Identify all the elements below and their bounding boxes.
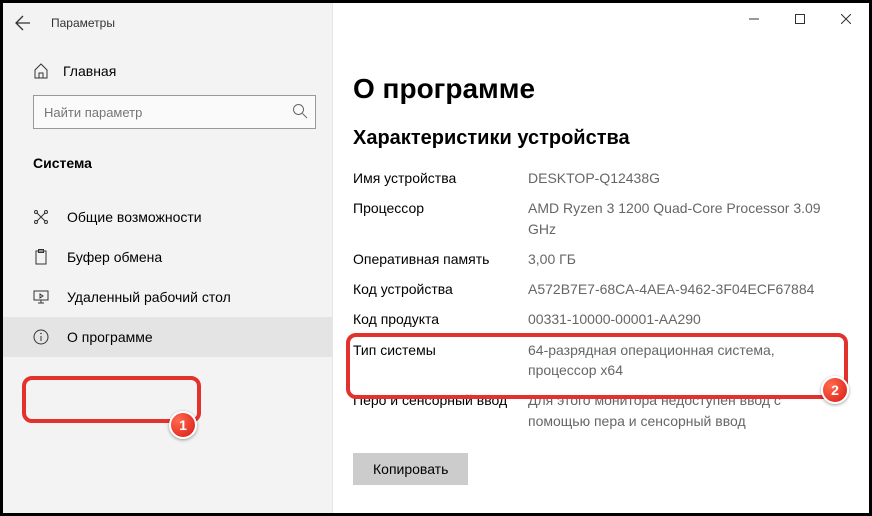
search-input[interactable] xyxy=(33,95,316,129)
spec-label: Имя устройства xyxy=(353,168,528,188)
section-heading: Характеристики устройства xyxy=(353,127,841,150)
maximize-icon xyxy=(795,14,805,24)
search-icon xyxy=(292,103,308,119)
sidebar-item-label: Буфер обмена xyxy=(67,249,162,265)
maximize-button[interactable] xyxy=(777,3,823,35)
sidebar-item-label: Общие возможности xyxy=(67,209,202,225)
back-arrow-icon xyxy=(15,15,31,31)
close-button[interactable] xyxy=(823,3,869,35)
remote-icon xyxy=(33,289,49,305)
spec-value: 3,00 ГБ xyxy=(528,249,841,269)
close-icon xyxy=(841,14,851,24)
window-title: Параметры xyxy=(43,16,115,30)
home-icon xyxy=(33,63,49,79)
spec-value: A572B7E7-68CA-4AEA-9462-3F04ECF67884 xyxy=(528,279,841,299)
home-button[interactable]: Главная xyxy=(3,53,332,89)
spec-value: AMD Ryzen 3 1200 Quad-Core Processor 3.0… xyxy=(528,198,841,239)
search-box[interactable] xyxy=(33,95,316,129)
sidebar-item-label: О программе xyxy=(67,329,153,345)
sidebar-item-clipboard[interactable]: Буфер обмена xyxy=(3,237,332,277)
sidebar-item-label: Удаленный рабочий стол xyxy=(67,289,231,305)
callout-badge-2: 2 xyxy=(821,376,849,404)
spec-row-productid: Код продукта 00331-10000-00001-AA290 xyxy=(353,309,841,329)
callout-badge-1: 1 xyxy=(169,411,197,439)
home-label: Главная xyxy=(63,63,116,79)
spec-value: 00331-10000-00001-AA290 xyxy=(528,309,841,329)
page-title: О программе xyxy=(353,73,841,105)
minimize-icon xyxy=(749,14,759,24)
spec-value: 64-разрядная операционная система, проце… xyxy=(528,340,841,381)
sidebar-item-shared[interactable]: Общие возможности xyxy=(3,197,332,237)
info-icon xyxy=(33,329,49,345)
section-title: Система xyxy=(3,141,332,187)
spec-row-device: Имя устройства DESKTOP-Q12438G xyxy=(353,168,841,188)
minimize-button[interactable] xyxy=(731,3,777,35)
spec-value: Для этого монитора недоступен ввод с пом… xyxy=(528,390,841,431)
spec-label: Код продукта xyxy=(353,309,528,329)
spec-row-cpu: Процессор AMD Ryzen 3 1200 Quad-Core Pro… xyxy=(353,198,841,239)
main-panel: О программе Характеристики устройства Им… xyxy=(333,3,869,513)
spec-row-deviceid: Код устройства A572B7E7-68CA-4AEA-9462-3… xyxy=(353,279,841,299)
spec-row-pen: Перо и сенсорный ввод Для этого монитора… xyxy=(353,390,841,431)
clipboard-icon xyxy=(33,249,49,265)
sidebar-item-remote[interactable]: Удаленный рабочий стол xyxy=(3,277,332,317)
spec-label: Процессор xyxy=(353,198,528,239)
spec-label: Код устройства xyxy=(353,279,528,299)
spec-row-systype: Тип системы 64-разрядная операционная си… xyxy=(353,340,841,381)
spec-label: Тип системы xyxy=(353,340,528,381)
spec-value: DESKTOP-Q12438G xyxy=(528,168,841,188)
sidebar: Главная Система Общие возможности Буфер … xyxy=(3,3,333,513)
spec-label: Перо и сенсорный ввод xyxy=(353,390,528,431)
back-button[interactable] xyxy=(3,3,43,43)
shared-icon xyxy=(33,209,49,225)
spec-label: Оперативная память xyxy=(353,249,528,269)
sidebar-item-about[interactable]: О программе xyxy=(3,317,332,357)
spec-row-ram: Оперативная память 3,00 ГБ xyxy=(353,249,841,269)
copy-button[interactable]: Копировать xyxy=(353,453,468,485)
